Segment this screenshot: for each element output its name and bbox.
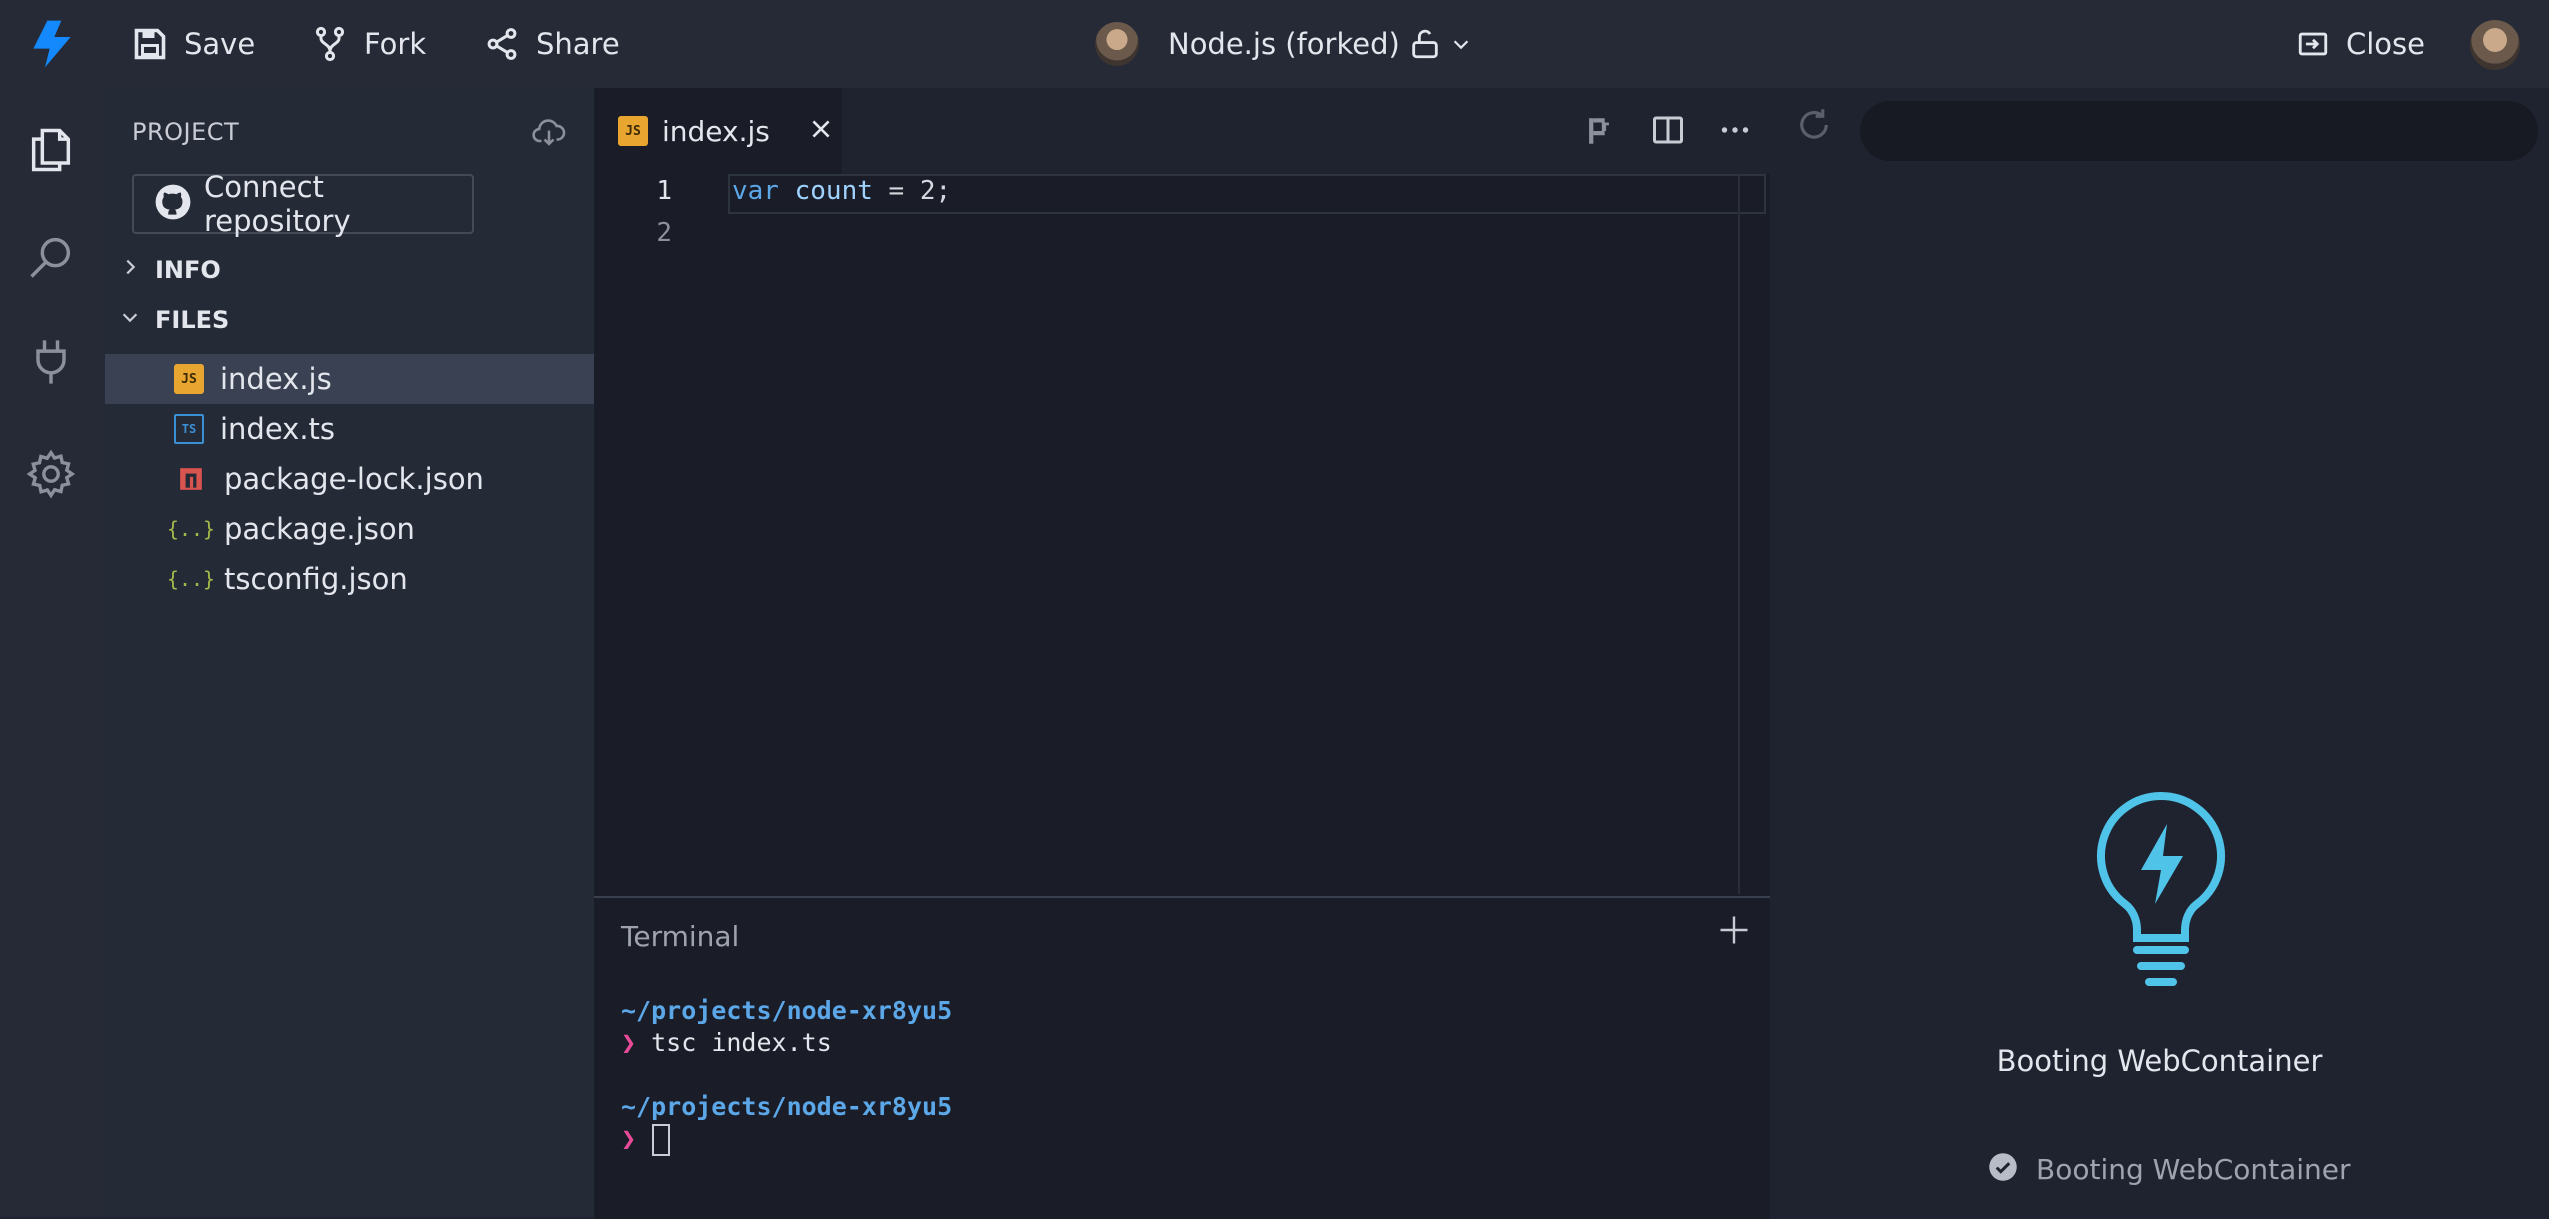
- file-name: package-lock.json: [224, 462, 484, 496]
- github-icon: [154, 183, 192, 225]
- boot-status-text: Booting WebContainer: [2036, 1152, 2351, 1186]
- file-item-package-lock-json[interactable]: package-lock.json: [105, 454, 594, 504]
- save-label: Save: [184, 27, 256, 61]
- ts-file-icon: TS: [174, 414, 204, 444]
- chevron-down-icon: [1450, 33, 1472, 55]
- file-name: index.js: [220, 362, 332, 396]
- tab-label: index.js: [662, 114, 770, 148]
- check-circle-icon: [1988, 1152, 2018, 1186]
- code-keyword: var: [732, 176, 779, 206]
- plug-icon[interactable]: [22, 333, 80, 391]
- user-avatar[interactable]: [2470, 20, 2520, 70]
- files-section-header[interactable]: FILES: [119, 306, 229, 334]
- connect-repository-label: Connect repository: [204, 170, 351, 238]
- close-button[interactable]: Close: [2296, 0, 2425, 88]
- close-label: Close: [2346, 27, 2425, 61]
- save-icon: [132, 26, 168, 62]
- file-item-package-json[interactable]: {..} package.json: [105, 504, 594, 554]
- owner-avatar[interactable]: [1095, 22, 1139, 66]
- boot-status: Booting WebContainer: [1988, 1152, 2351, 1186]
- terminal-command-line: ❯ tsc index.ts: [621, 1028, 832, 1057]
- code-line: var count = 2;: [732, 176, 951, 206]
- save-button[interactable]: Save: [132, 0, 255, 88]
- files-icon[interactable]: [22, 121, 80, 179]
- file-name: index.ts: [220, 412, 336, 446]
- fork-label: Fork: [364, 27, 427, 61]
- share-button[interactable]: Share: [484, 0, 620, 88]
- lightbulb-bolt-icon: [2093, 790, 2229, 996]
- gear-icon[interactable]: [22, 445, 80, 503]
- project-title[interactable]: Node.js (forked): [1168, 0, 1400, 88]
- reload-icon[interactable]: [1793, 104, 1835, 150]
- cloud-download-icon[interactable]: [531, 114, 567, 154]
- terminal-prompt: ❯: [621, 1124, 637, 1153]
- share-icon: [484, 26, 520, 62]
- preview-url-bar[interactable]: [1860, 101, 2538, 161]
- project-label: PROJECT: [132, 118, 240, 146]
- line-number: 2: [656, 218, 672, 248]
- activity-bar: [0, 88, 105, 1217]
- top-bar: Save Fork Share Node.js (forked) Close: [0, 0, 2549, 88]
- file-item-index-ts[interactable]: TS index.ts: [105, 404, 594, 454]
- file-item-tsconfig-json[interactable]: {..} tsconfig.json: [105, 554, 594, 604]
- terminal-command: tsc index.ts: [651, 1028, 832, 1057]
- terminal-path: ~/projects/node-xr8yu5: [621, 996, 953, 1025]
- fork-icon: [312, 26, 348, 62]
- file-name: package.json: [224, 512, 415, 546]
- terminal-cursor: [652, 1124, 670, 1156]
- code-identifier: count: [794, 176, 873, 206]
- info-section-label: INFO: [155, 256, 221, 284]
- connect-repository-button[interactable]: Connect repository: [132, 170, 474, 238]
- booting-title: Booting WebContainer: [1996, 1044, 2323, 1078]
- split-editor-icon[interactable]: [1650, 112, 1686, 152]
- line-number: 1: [656, 176, 672, 206]
- tab-index-js[interactable]: JS index.js: [594, 88, 842, 174]
- terminal-path: ~/projects/node-xr8yu5: [621, 1092, 953, 1121]
- js-file-icon: JS: [618, 116, 648, 146]
- editor-ruler: [1738, 174, 1740, 894]
- stackblitz-bolt-icon[interactable]: [24, 16, 80, 76]
- json-file-icon: {..}: [166, 567, 216, 591]
- file-item-index-js[interactable]: JS index.js: [105, 354, 594, 404]
- unlock-icon: [1408, 27, 1442, 61]
- close-icon[interactable]: [808, 116, 834, 146]
- fork-button[interactable]: Fork: [312, 0, 426, 88]
- code-rest: = 2;: [872, 176, 952, 206]
- file-explorer-sidebar: PROJECT Connect repository INFO FILES JS…: [105, 88, 594, 1217]
- info-section-header[interactable]: INFO: [119, 256, 221, 284]
- visibility-dropdown[interactable]: [1408, 0, 1472, 88]
- files-section-label: FILES: [155, 306, 230, 334]
- json-file-icon: {..}: [166, 517, 216, 541]
- js-file-icon: JS: [174, 364, 204, 394]
- file-name: tsconfig.json: [224, 562, 408, 596]
- close-panel-icon: [2296, 27, 2330, 61]
- npm-file-icon: [174, 462, 208, 496]
- chevron-down-icon: [119, 306, 141, 334]
- add-terminal-icon[interactable]: [1716, 912, 1752, 952]
- terminal-panel[interactable]: Terminal ~/projects/node-xr8yu5 ❯ tsc in…: [594, 896, 1770, 1219]
- share-label: Share: [536, 27, 620, 61]
- chevron-right-icon: [119, 256, 141, 284]
- search-icon[interactable]: [22, 228, 80, 286]
- prettier-icon[interactable]: [1582, 112, 1616, 154]
- terminal-title: Terminal: [621, 920, 740, 953]
- more-options-icon[interactable]: [1717, 112, 1753, 152]
- terminal-prompt: ❯: [621, 1028, 637, 1057]
